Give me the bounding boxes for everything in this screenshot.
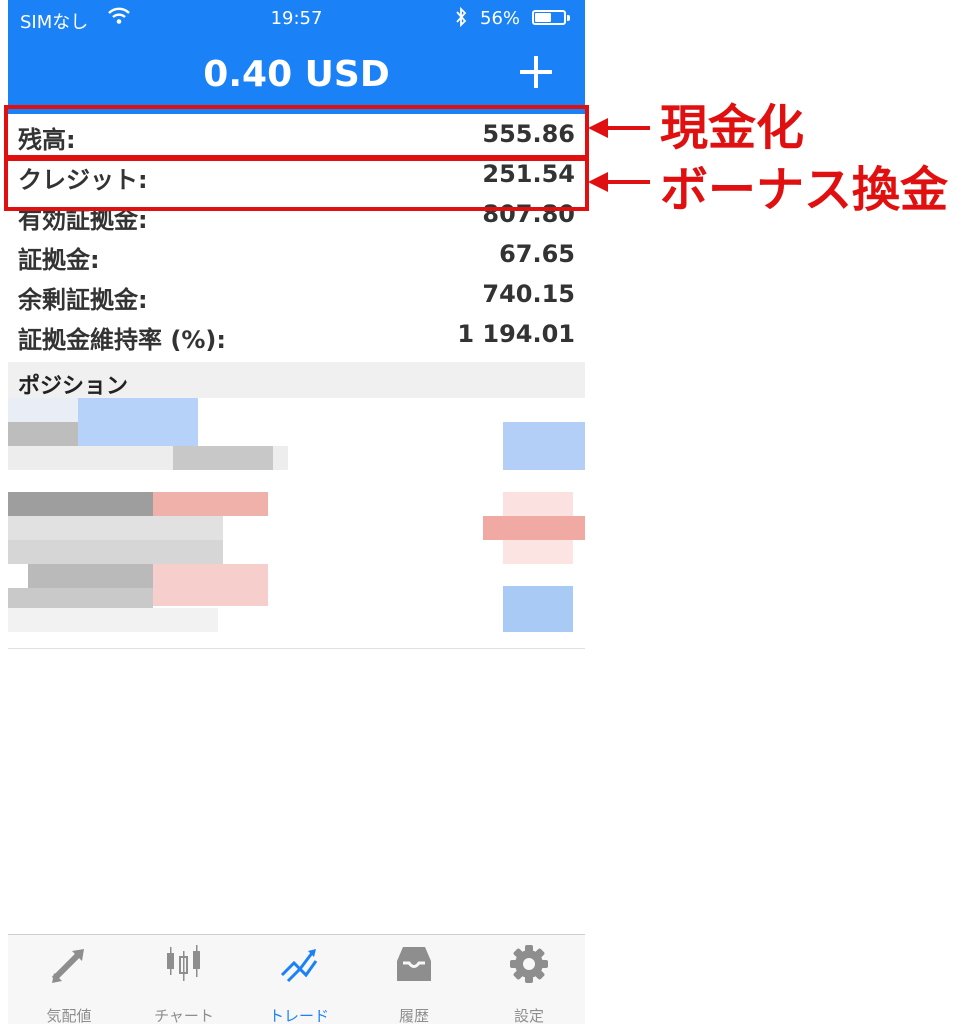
account-balance-title: 0.40 USD bbox=[203, 54, 390, 95]
gear-icon bbox=[510, 945, 548, 983]
status-bar: SIMなし 19:57 56% bbox=[8, 0, 585, 38]
tab-bar: 気配値 チャート トレード 履歴 設定 bbox=[8, 934, 585, 1024]
margin-level-value: 1 194.01 bbox=[457, 320, 575, 348]
free-margin-value: 740.15 bbox=[482, 280, 575, 308]
new-order-plus-button[interactable] bbox=[518, 54, 554, 90]
margin-level-row: 証拠金維持率 (%): 1 194.01 bbox=[8, 314, 585, 354]
battery-percent: 56% bbox=[480, 8, 521, 29]
bonus-arrow-line bbox=[606, 180, 650, 184]
free-margin-label: 余剰証拠金: bbox=[18, 286, 148, 314]
tab-trade-label: トレード bbox=[268, 1007, 329, 1024]
bonus-arrow-head bbox=[588, 172, 608, 192]
tab-history-label: 履歴 bbox=[398, 1007, 429, 1024]
tab-chart-label: チャート bbox=[154, 1007, 214, 1024]
cash-arrow-line bbox=[606, 126, 650, 130]
positions-section-header: ポジション bbox=[8, 362, 585, 399]
cash-annotation: 現金化 bbox=[660, 100, 805, 156]
free-margin-row: 余剰証拠金: 740.15 bbox=[8, 274, 585, 314]
tab-quotes-label: 気配値 bbox=[46, 1007, 92, 1024]
trade-lines-icon bbox=[280, 949, 318, 983]
tab-trade[interactable]: トレード bbox=[254, 943, 344, 1024]
balance-highlight-box bbox=[4, 105, 589, 159]
tab-quotes[interactable]: 気配値 bbox=[24, 943, 114, 1024]
tab-chart[interactable]: チャート bbox=[139, 943, 229, 1024]
margin-row: 証拠金: 67.65 bbox=[8, 234, 585, 274]
positions-section-title: ポジション bbox=[18, 374, 129, 399]
battery-icon bbox=[532, 10, 570, 25]
credit-highlight-box bbox=[4, 157, 589, 211]
tab-settings[interactable]: 設定 bbox=[484, 943, 574, 1024]
margin-label: 証拠金: bbox=[18, 246, 100, 274]
quotes-arrows-icon bbox=[51, 949, 84, 983]
bluetooth-icon bbox=[456, 6, 467, 28]
margin-level-label: 証拠金維持率 (%): bbox=[18, 326, 226, 354]
inbox-tray-icon bbox=[397, 947, 431, 981]
candlestick-chart-icon bbox=[167, 945, 200, 981]
app-header: SIMなし 19:57 56% 0.40 USD bbox=[8, 0, 585, 114]
pixelated-positions-list[interactable] bbox=[8, 398, 585, 649]
tab-settings-label: 設定 bbox=[513, 1007, 544, 1024]
tab-history[interactable]: 履歴 bbox=[369, 943, 459, 1024]
cash-arrow-head bbox=[588, 118, 608, 138]
bonus-annotation: ボーナス換金 bbox=[660, 162, 949, 218]
margin-value: 67.65 bbox=[499, 240, 575, 268]
